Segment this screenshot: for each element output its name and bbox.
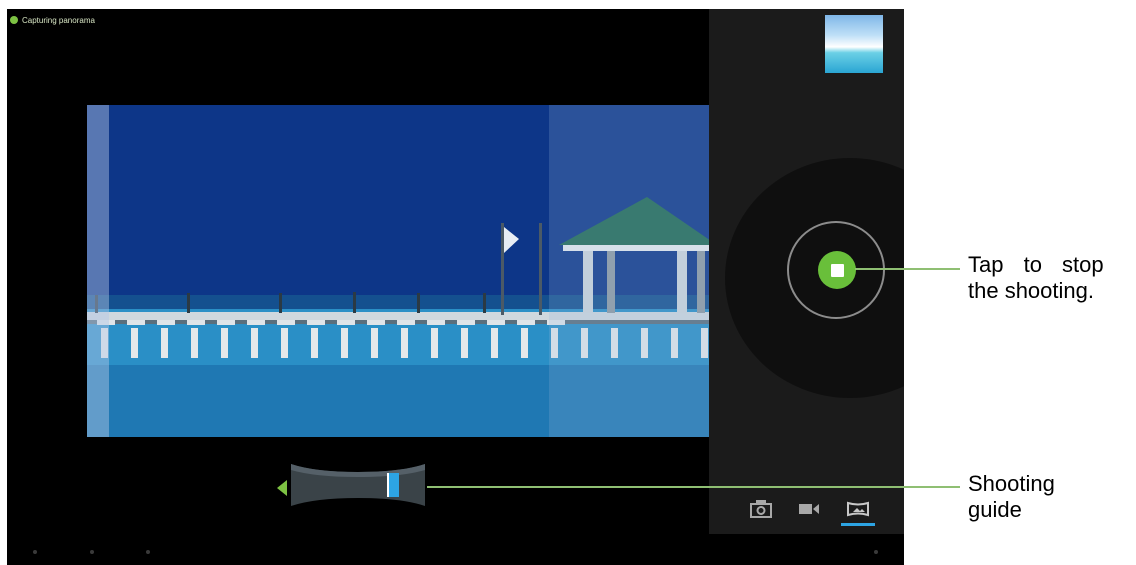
left-arrow-icon [277, 480, 287, 496]
nav-dot [874, 550, 878, 554]
stop-shooting-button[interactable] [818, 251, 856, 289]
captured-edge-overlay [87, 105, 109, 437]
status-bar: Capturing panorama [10, 13, 95, 27]
camera-icon[interactable] [749, 499, 773, 519]
guide-callout-line2: guide [968, 497, 1022, 522]
guide-callout-line [427, 486, 960, 488]
panorama-icon[interactable] [846, 499, 870, 519]
guide-progress-marker [389, 473, 399, 497]
last-photo-thumbnail[interactable] [825, 15, 883, 73]
guide-callout-text: Shooting guide [968, 471, 1055, 523]
stop-callout-line2: the shooting. [968, 278, 1094, 303]
nav-dot [33, 550, 37, 554]
panorama-preview [87, 105, 717, 437]
nav-dot [146, 550, 150, 554]
recording-indicator-icon [10, 16, 18, 24]
nav-dot [90, 550, 94, 554]
stop-icon [830, 263, 844, 277]
tablet-screen: Capturing panorama [7, 9, 904, 565]
guide-callout-line1: Shooting [968, 471, 1055, 496]
camera-control-panel [709, 9, 904, 534]
uncaptured-region-overlay [549, 105, 717, 437]
stop-callout-line [855, 268, 960, 270]
shooting-guide-bar [291, 464, 425, 506]
stop-callout-line1: Tap to stop [968, 252, 1104, 277]
video-icon[interactable] [797, 499, 821, 519]
status-text: Capturing panorama [22, 15, 95, 25]
stop-callout-text: Tap to stop the shooting. [968, 252, 1132, 304]
selected-mode-indicator [841, 523, 875, 526]
